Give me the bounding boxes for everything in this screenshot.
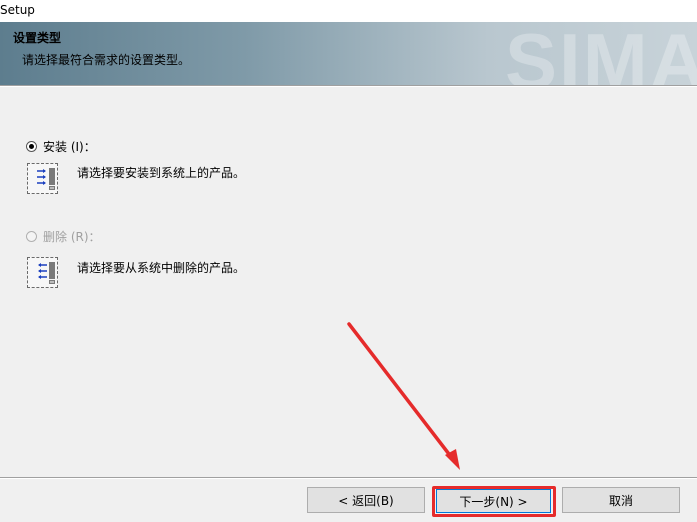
install-icon — [27, 163, 58, 194]
remove-radio — [26, 231, 37, 242]
header-banner: SIMA 设置类型 请选择最符合需求的设置类型。 — [0, 22, 697, 85]
footer-divider-highlight — [0, 478, 697, 479]
page-title: 设置类型 — [13, 31, 62, 45]
install-radio[interactable] — [26, 141, 37, 152]
remove-icon — [27, 257, 58, 288]
brand-watermark: SIMA — [505, 22, 697, 85]
cancel-button[interactable]: 取消 — [562, 487, 680, 513]
back-button[interactable]: < 返回(B) — [307, 487, 425, 513]
install-option[interactable]: 安装 (I)： — [26, 138, 96, 155]
title-bar: Setup — [0, 0, 697, 22]
next-button-highlight — [432, 486, 556, 517]
remove-option: 删除 (R)： — [26, 228, 101, 245]
header-divider-highlight — [0, 86, 697, 87]
remove-label: 删除 (R)： — [43, 230, 101, 244]
remove-description: 请选择要从系统中删除的产品。 — [77, 261, 246, 275]
install-label[interactable]: 安装 (I)： — [43, 138, 96, 155]
window-title: Setup — [0, 3, 35, 17]
install-description: 请选择要安装到系统上的产品。 — [77, 166, 246, 180]
page-subtitle: 请选择最符合需求的设置类型。 — [22, 53, 191, 67]
